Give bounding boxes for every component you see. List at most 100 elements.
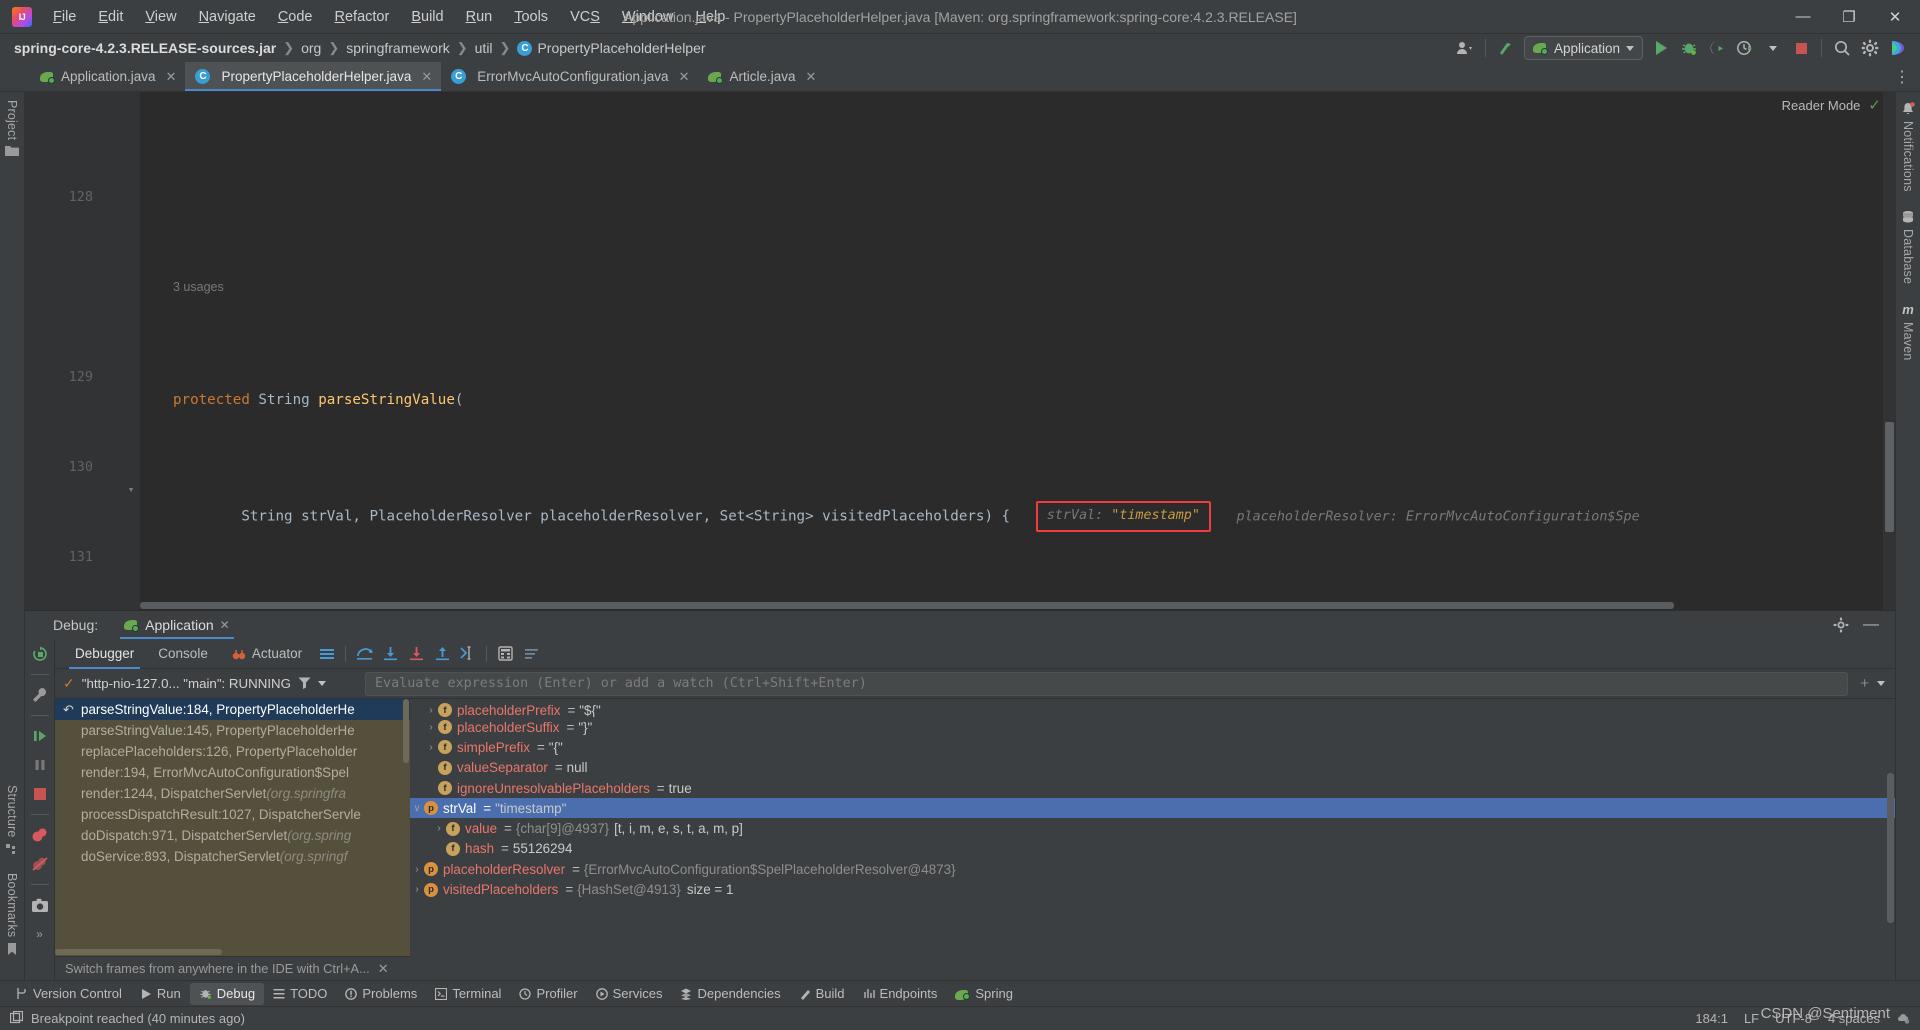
variable-row[interactable]: f ignoreUnresolvablePlaceholders = true [410, 778, 1895, 798]
usages-label[interactable]: 3 usages [173, 276, 224, 299]
expand-arrow-icon[interactable]: › [424, 705, 438, 716]
menu-vcs[interactable]: VCS [559, 5, 611, 29]
variable-row[interactable]: › f placeholderPrefix = "${" [410, 703, 1895, 717]
fold-marker[interactable]: ▾ [125, 479, 137, 502]
frame-row[interactable]: doService:893, DispatcherServlet (org.sp… [55, 846, 410, 867]
editor-horizontal-scrollbar[interactable] [140, 601, 1883, 610]
rail-item-notifications[interactable]: Notifications [1901, 102, 1915, 192]
run-button[interactable] [1647, 35, 1675, 61]
filter-icon[interactable] [298, 676, 311, 692]
menu-tools[interactable]: Tools [503, 5, 559, 29]
variable-row[interactable]: f hash = 55126294 [410, 839, 1895, 859]
user-icon[interactable] [1451, 35, 1479, 61]
tool-run[interactable]: Run [131, 983, 190, 1005]
frame-row[interactable]: replacePlaceholders:126, PropertyPlaceho… [55, 741, 410, 762]
chevron-down-icon[interactable] [1877, 681, 1885, 686]
minimize-button[interactable]: — [1780, 0, 1826, 33]
tool-todo[interactable]: TODO [264, 983, 336, 1005]
camera-icon[interactable] [29, 894, 51, 916]
breakpoints-icon[interactable] [29, 824, 51, 846]
tool-build[interactable]: Build [790, 983, 854, 1005]
gear-icon[interactable] [1856, 35, 1884, 61]
editor-tab-errormvcautoconfiguration[interactable]: C ErrorMvcAutoConfiguration.java ✕ [441, 62, 698, 91]
tab-console[interactable]: Console [146, 639, 220, 669]
rail-item-bookmarks[interactable]: Bookmarks [5, 873, 19, 956]
show-execution-point-icon[interactable] [314, 642, 340, 666]
tool-profiler[interactable]: Profiler [510, 983, 586, 1005]
code-editor[interactable]: Reader Mode ✓ 128 3 usages 129 protected… [25, 92, 1895, 610]
chevron-down-icon[interactable] [318, 681, 326, 686]
frame-row[interactable]: processDispatchResult:1027, DispatcherSe… [55, 804, 410, 825]
search-icon[interactable] [1828, 35, 1856, 61]
indent-setting[interactable]: 4 spaces [1828, 1011, 1880, 1026]
variable-row[interactable]: f valueSeparator = null [410, 758, 1895, 778]
step-out-icon[interactable] [429, 642, 455, 666]
variable-row[interactable]: › f value = {char[9]@4937} [t, i, m, e, … [410, 818, 1895, 838]
close-icon[interactable]: ✕ [806, 69, 817, 85]
add-watch-icon[interactable]: + [1860, 675, 1869, 692]
gear-icon[interactable] [1827, 612, 1855, 638]
close-icon[interactable]: ✕ [378, 961, 389, 977]
close-button[interactable]: ✕ [1872, 0, 1918, 33]
expand-arrow-icon[interactable]: › [424, 722, 438, 733]
rail-item-database[interactable]: Database [1901, 210, 1915, 284]
variable-row[interactable]: › p visitedPlaceholders = {HashSet@4913}… [410, 879, 1895, 899]
run-configuration-selector[interactable]: Application [1523, 36, 1643, 60]
frames-horizontal-scrollbar[interactable] [55, 948, 402, 956]
menu-build[interactable]: Build [400, 5, 454, 29]
profiler-dropdown[interactable] [1759, 35, 1787, 61]
profiler-button[interactable] [1731, 35, 1759, 61]
menu-file[interactable]: File [42, 5, 87, 29]
mute-breakpoints-icon[interactable] [29, 853, 51, 875]
evaluate-icon[interactable] [492, 642, 518, 666]
collapse-arrow-icon[interactable]: ∨ [410, 803, 424, 814]
menu-view[interactable]: View [134, 5, 187, 29]
tool-services[interactable]: Services [587, 983, 672, 1005]
menu-code[interactable]: Code [267, 5, 324, 29]
rail-item-maven[interactable]: m Maven [1901, 302, 1915, 361]
menu-window[interactable]: Window [611, 5, 685, 29]
maximize-button[interactable]: ❐ [1826, 0, 1872, 33]
step-into-icon[interactable] [377, 642, 403, 666]
step-over-icon[interactable] [351, 642, 377, 666]
editor-tab-article[interactable]: Article.java ✕ [698, 62, 825, 91]
rerun-icon[interactable] [29, 643, 51, 665]
tool-debug[interactable]: Debug [189, 982, 265, 1005]
line-separator[interactable]: LF [1744, 1011, 1759, 1026]
stop-button[interactable] [1787, 35, 1815, 61]
frame-row[interactable]: render:1244, DispatcherServlet (org.spri… [55, 783, 410, 804]
close-icon[interactable]: ✕ [679, 69, 690, 85]
notification-settings-icon[interactable] [1896, 1011, 1910, 1027]
file-encoding[interactable]: UTF-8 [1775, 1011, 1812, 1026]
menu-help[interactable]: Help [684, 5, 736, 29]
tabs-overflow-menu[interactable]: ⋮ [1894, 62, 1920, 91]
frames-panel[interactable]: ↶ parseStringValue:184, PropertyPlacehol… [55, 699, 410, 980]
editor-tab-application[interactable]: Application.java ✕ [30, 62, 185, 91]
expand-arrow-icon[interactable]: › [410, 864, 424, 875]
evaluate-expression-input[interactable]: Evaluate expression (Enter) or add a wat… [365, 671, 1849, 696]
tool-version-control[interactable]: Version Control [6, 983, 131, 1005]
run-to-cursor-icon[interactable] [455, 642, 481, 666]
tool-terminal[interactable]: Terminal [426, 983, 510, 1005]
frames-scrollbar[interactable] [402, 699, 410, 956]
editor-tab-propertyplaceholderhelper[interactable]: C PropertyPlaceholderHelper.java ✕ [185, 62, 442, 91]
close-icon[interactable]: ✕ [220, 618, 230, 632]
frame-row[interactable]: ↶ parseStringValue:184, PropertyPlacehol… [55, 699, 410, 720]
tool-problems[interactable]: Problems [336, 983, 426, 1005]
pause-icon[interactable] [29, 754, 51, 776]
breadcrumb-class[interactable]: PropertyPlaceholderHelper [537, 40, 705, 56]
updates-icon[interactable] [1492, 35, 1520, 61]
menu-navigate[interactable]: Navigate [188, 5, 267, 29]
expand-arrow-icon[interactable]: › [424, 742, 438, 753]
wrench-icon[interactable] [29, 684, 51, 706]
variables-scrollbar[interactable] [1886, 699, 1895, 980]
breadcrumb-org[interactable]: org [301, 40, 321, 56]
tool-dependencies[interactable]: Dependencies [671, 983, 789, 1005]
breadcrumb-springframework[interactable]: springframework [346, 40, 449, 56]
tool-endpoints[interactable]: Endpoints [854, 983, 947, 1005]
variables-panel[interactable]: › f placeholderPrefix = "${" › f placeho… [410, 699, 1895, 980]
stop-icon[interactable] [29, 783, 51, 805]
variable-row[interactable]: › f placeholderSuffix = "}" [410, 717, 1895, 737]
tool-spring[interactable]: Spring [946, 983, 1022, 1005]
minimize-tool-window-icon[interactable]: — [1857, 612, 1885, 638]
